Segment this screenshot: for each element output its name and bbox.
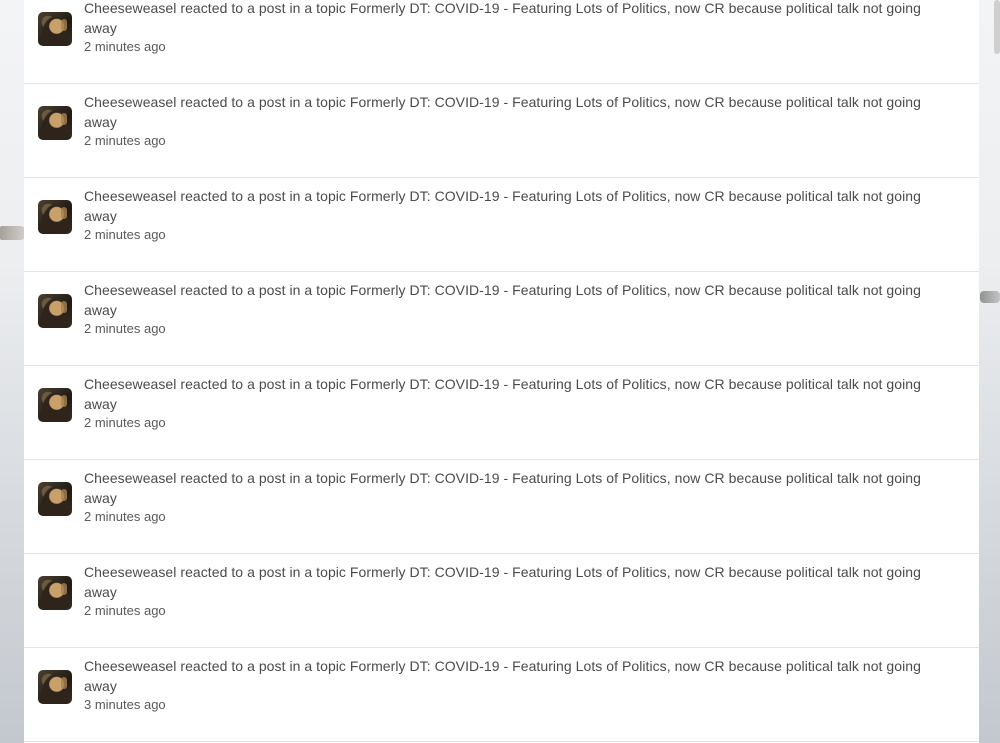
user-avatar[interactable]	[38, 576, 72, 610]
notification-timestamp: 2 minutes ago	[84, 227, 166, 242]
user-avatar[interactable]	[38, 482, 72, 516]
notification-item[interactable]: Cheeseweasel reacted to a post in a topi…	[24, 0, 979, 84]
background-scenery	[0, 226, 26, 240]
notification-timestamp: 2 minutes ago	[84, 509, 166, 524]
notification-item[interactable]: Cheeseweasel reacted to a post in a topi…	[24, 84, 979, 178]
notification-item[interactable]: Cheeseweasel reacted to a post in a topi…	[24, 460, 979, 554]
notification-timestamp: 3 minutes ago	[84, 697, 166, 712]
scrollbar-thumb[interactable]	[994, 0, 1000, 54]
user-avatar[interactable]	[38, 670, 72, 704]
notification-item[interactable]: Cheeseweasel reacted to a post in a topi…	[24, 554, 979, 648]
notification-text[interactable]: Cheeseweasel reacted to a post in a topi…	[84, 186, 955, 226]
user-avatar[interactable]	[38, 12, 72, 46]
user-avatar[interactable]	[38, 106, 72, 140]
notification-item[interactable]: Cheeseweasel reacted to a post in a topi…	[24, 648, 979, 742]
background-scenery	[980, 291, 1000, 303]
notification-text[interactable]: Cheeseweasel reacted to a post in a topi…	[84, 374, 955, 414]
notifications-panel: Cheeseweasel reacted to a post in a topi…	[24, 0, 979, 743]
notification-text[interactable]: Cheeseweasel reacted to a post in a topi…	[84, 468, 955, 508]
notification-text[interactable]: Cheeseweasel reacted to a post in a topi…	[84, 656, 955, 696]
notification-text[interactable]: Cheeseweasel reacted to a post in a topi…	[84, 92, 955, 132]
user-avatar[interactable]	[38, 200, 72, 234]
user-avatar[interactable]	[38, 388, 72, 422]
notification-list: Cheeseweasel reacted to a post in a topi…	[24, 0, 979, 742]
notification-text[interactable]: Cheeseweasel reacted to a post in a topi…	[84, 0, 955, 38]
notification-timestamp: 2 minutes ago	[84, 415, 166, 430]
user-avatar[interactable]	[38, 294, 72, 328]
notification-timestamp: 2 minutes ago	[84, 321, 166, 336]
notification-text[interactable]: Cheeseweasel reacted to a post in a topi…	[84, 280, 955, 320]
notification-item[interactable]: Cheeseweasel reacted to a post in a topi…	[24, 178, 979, 272]
notification-text[interactable]: Cheeseweasel reacted to a post in a topi…	[84, 562, 955, 602]
notification-timestamp: 2 minutes ago	[84, 603, 166, 618]
notification-item[interactable]: Cheeseweasel reacted to a post in a topi…	[24, 272, 979, 366]
notification-timestamp: 2 minutes ago	[84, 133, 166, 148]
notification-timestamp: 2 minutes ago	[84, 39, 166, 54]
notification-item[interactable]: Cheeseweasel reacted to a post in a topi…	[24, 366, 979, 460]
